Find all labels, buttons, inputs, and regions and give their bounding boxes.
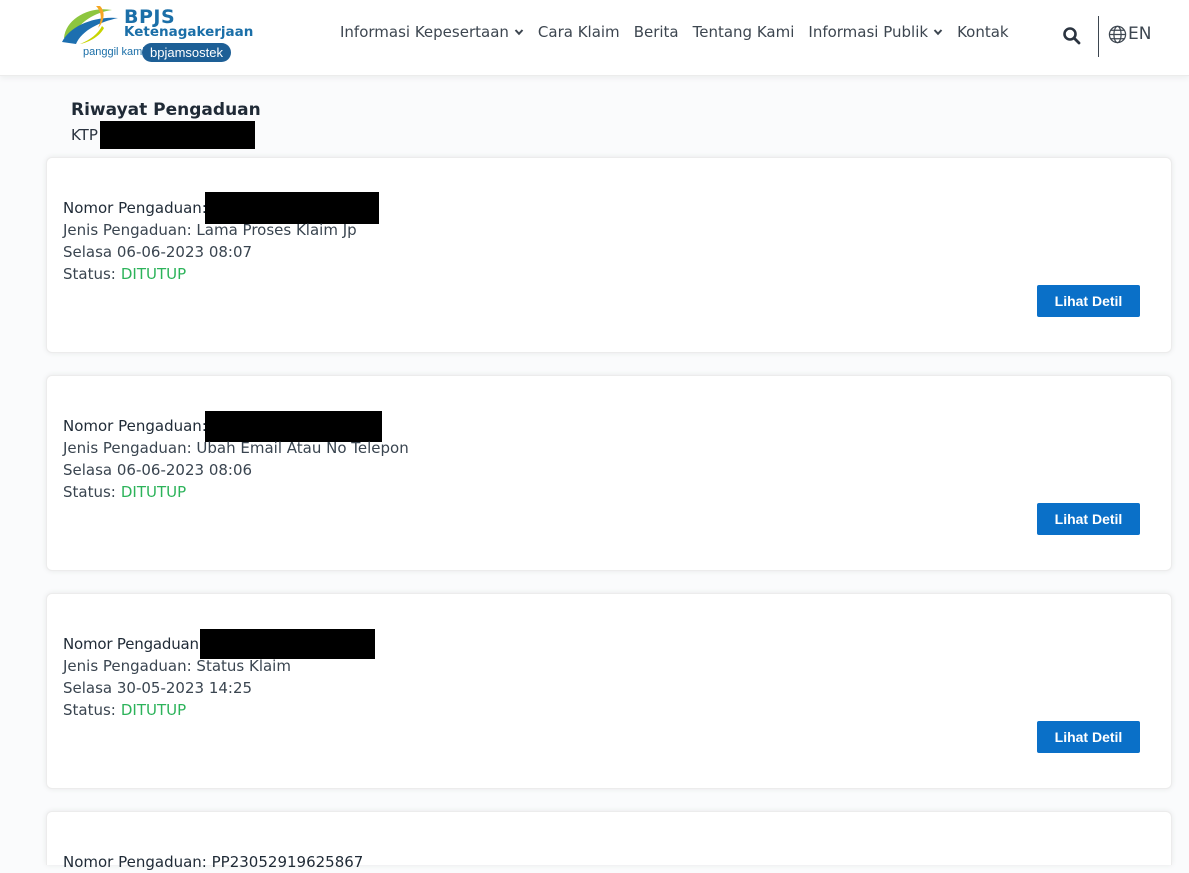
- complaint-number-label: Nomor Pengaduan:: [63, 417, 207, 435]
- main-nav: Informasi Kepesertaan Cara Klaim Berita …: [340, 20, 1023, 44]
- complaint-datetime: Selasa 06-06-2023 08:06: [63, 461, 253, 479]
- status-label: Status:: [63, 265, 116, 283]
- complaint-number-label: Nomor Pengaduan:: [63, 199, 207, 217]
- view-detail-button[interactable]: Lihat Detil: [1037, 285, 1140, 317]
- nav-item-label: Kontak: [957, 23, 1009, 41]
- status-badge: DITUTUP: [120, 265, 187, 283]
- nav-item-kontak[interactable]: Kontak: [957, 23, 1009, 41]
- logo-subtitle: Ketenagakerjaan: [124, 24, 254, 40]
- complaint-card: Nomor Pengaduan: Jenis Pengaduan: Ubah E…: [46, 375, 1172, 571]
- view-detail-button[interactable]: Lihat Detil: [1037, 721, 1140, 753]
- nav-item-informasi-kepesertaan[interactable]: Informasi Kepesertaan: [340, 23, 524, 41]
- complaint-status: Status: DITUTUP: [63, 481, 186, 503]
- nav-item-label: Informasi Publik: [808, 23, 929, 41]
- status-label: Status:: [63, 483, 116, 501]
- nav-item-berita[interactable]: Berita: [634, 23, 679, 41]
- complaint-card: Nomor Pengaduan: PP23052919625867: [46, 811, 1172, 871]
- status-badge: DITUTUP: [120, 483, 187, 501]
- complaint-type: Jenis Pengaduan: Status Klaim: [63, 657, 291, 675]
- complaint-card: Nomor Pengaduan: Jenis Pengaduan: Lama P…: [46, 157, 1172, 353]
- complaint-number-label: Nomor Pengaduan: PP23052919625867: [63, 853, 364, 871]
- logo-pill: bpjamsostek: [142, 43, 231, 62]
- complaint-card: Nomor Pengaduan: Jenis Pengaduan: Status…: [46, 593, 1172, 789]
- nav-item-informasi-publik[interactable]: Informasi Publik: [808, 23, 943, 41]
- complaint-number: Nomor Pengaduan: PP23052919625867: [63, 851, 363, 873]
- nav-item-label: Informasi Kepesertaan: [340, 23, 509, 41]
- page-title: Riwayat Pengaduan: [71, 100, 261, 120]
- complaint-number: Nomor Pengaduan:: [63, 629, 375, 659]
- complaint-datetime: Selasa 30-05-2023 14:25: [63, 679, 253, 697]
- complaint-number: Nomor Pengaduan:: [63, 410, 382, 442]
- nav-item-cara-klaim[interactable]: Cara Klaim: [538, 23, 620, 41]
- nav-item-tentang-kami[interactable]: Tentang Kami: [693, 23, 795, 41]
- chevron-down-icon: [933, 29, 943, 36]
- chevron-down-icon: [514, 29, 524, 36]
- bpjs-logo[interactable]: BPJS Ketenagakerjaan panggil kami bpjams…: [60, 2, 260, 66]
- complaint-type: Jenis Pengaduan: Ubah Email Atau No Tele…: [63, 439, 409, 457]
- complaint-type: Jenis Pengaduan: Lama Proses Klaim Jp: [63, 221, 357, 239]
- globe-icon: [1108, 25, 1127, 43]
- language-switch[interactable]: EN: [1108, 24, 1151, 44]
- ktp-row: KTP :: [71, 121, 255, 149]
- site-header: BPJS Ketenagakerjaan panggil kami bpjams…: [0, 0, 1189, 76]
- complaint-number-label: Nomor Pengaduan:: [63, 635, 204, 653]
- status-label: Status:: [63, 701, 116, 719]
- view-detail-button[interactable]: Lihat Detil: [1037, 503, 1140, 535]
- nav-item-label: Cara Klaim: [537, 23, 620, 41]
- redacted-ktp: [99, 121, 255, 149]
- search-icon[interactable]: [1062, 26, 1082, 46]
- status-badge: DITUTUP: [120, 701, 187, 719]
- logo-swoosh-icon: [62, 6, 118, 44]
- complaint-status: Status: DITUTUP: [63, 699, 186, 721]
- complaint-status: Status: DITUTUP: [63, 263, 186, 285]
- header-divider: [1098, 16, 1099, 57]
- nav-item-label: Berita: [633, 23, 679, 41]
- language-label: EN: [1128, 24, 1152, 44]
- nav-item-label: Tentang Kami: [692, 23, 795, 41]
- complaint-number: Nomor Pengaduan:: [63, 192, 379, 224]
- complaint-datetime: Selasa 06-06-2023 08:07: [63, 243, 253, 261]
- logo-tagline: panggil kami: [83, 46, 145, 58]
